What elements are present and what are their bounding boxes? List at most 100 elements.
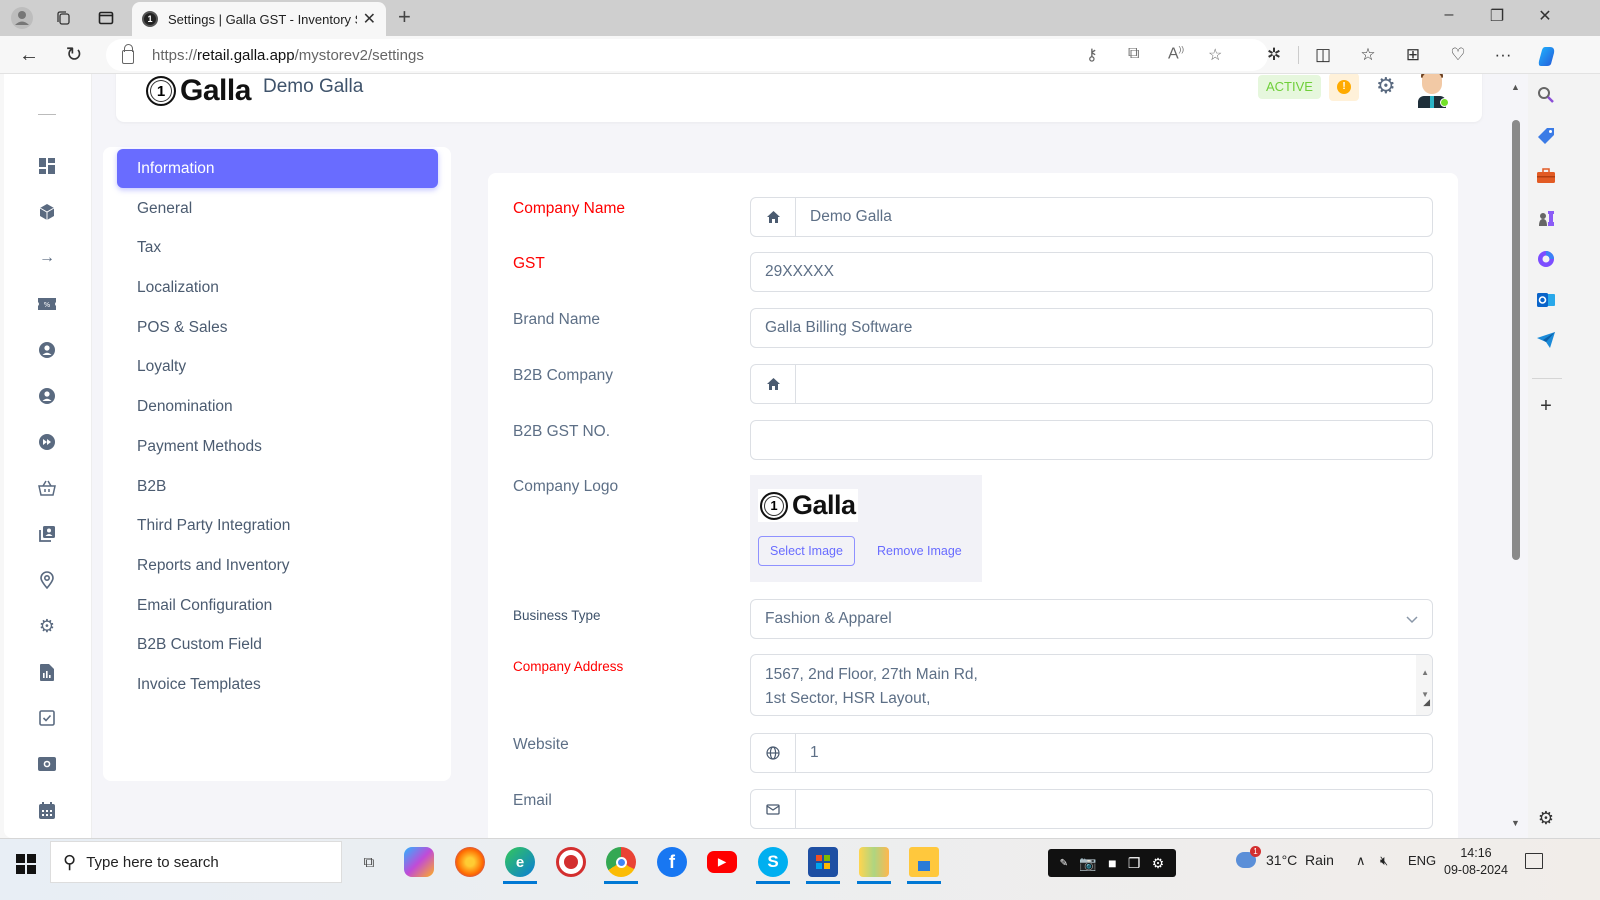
url-field[interactable]: https://retail.galla.app/mystorev2/setti… — [106, 39, 1268, 71]
user-circle-2-icon[interactable] — [36, 385, 58, 407]
chrome-icon[interactable] — [606, 847, 636, 877]
b2b-company-field[interactable] — [750, 364, 1433, 404]
settings-nav-reports-inventory[interactable]: Reports and Inventory — [117, 546, 438, 585]
user-circle-icon[interactable] — [36, 339, 58, 361]
collections-icon[interactable]: ⊞ — [1400, 45, 1426, 65]
weather-widget[interactable]: 1 31°C Rain — [1236, 846, 1334, 868]
key-icon[interactable]: ⚷ — [1086, 45, 1098, 65]
more-icon[interactable]: ··· — [1490, 45, 1516, 65]
file-explorer-icon[interactable] — [909, 847, 939, 877]
windows-start-icon[interactable] — [16, 854, 36, 874]
pen-icon[interactable]: ✎ — [1060, 858, 1068, 869]
edge-icon[interactable]: e — [505, 847, 535, 877]
close-window-button[interactable]: ✕ — [1530, 6, 1560, 26]
camera-icon[interactable]: 📷 — [1079, 855, 1096, 872]
settings-nav-invoice-templates[interactable]: Invoice Templates — [117, 665, 438, 704]
search-icon[interactable] — [1536, 86, 1556, 106]
office-icon[interactable] — [1536, 250, 1556, 270]
favorites-list-icon[interactable]: ☆ — [1355, 45, 1381, 65]
avatar[interactable] — [1414, 74, 1450, 112]
company-name-field[interactable]: Demo Galla — [750, 197, 1433, 237]
facebook-icon[interactable]: f — [657, 847, 687, 877]
copy-icon[interactable]: ❐ — [1128, 855, 1141, 872]
puzzle-icon[interactable]: ✲ — [1261, 45, 1287, 65]
youtube-icon[interactable]: ▶ — [707, 851, 737, 873]
arrow-right-icon[interactable]: → — [36, 247, 58, 269]
settings-nav-email-configuration[interactable]: Email Configuration — [117, 586, 438, 625]
tools-icon[interactable] — [1536, 168, 1556, 188]
scrollbar-thumb[interactable] — [1512, 120, 1520, 560]
settings-nav-localization[interactable]: Localization — [117, 268, 438, 307]
send-icon[interactable] — [1536, 332, 1556, 352]
box-icon[interactable] — [36, 201, 58, 223]
settings-nav-general[interactable]: General — [117, 189, 438, 228]
calendar-icon[interactable] — [36, 799, 58, 821]
fast-forward-icon[interactable] — [36, 431, 58, 453]
app-icon[interactable] — [859, 847, 889, 877]
discount-ticket-icon[interactable]: % — [36, 293, 58, 315]
scroll-up-icon[interactable]: ▲ — [1511, 82, 1520, 92]
contacts-icon[interactable] — [36, 523, 58, 545]
location-pin-icon[interactable] — [36, 569, 58, 591]
add-icon[interactable]: + — [1536, 396, 1556, 416]
system-clock[interactable]: 14:16 09-08-2024 — [1444, 845, 1508, 879]
outlook-icon[interactable] — [1536, 291, 1556, 311]
task-view-icon[interactable]: ⧉ — [354, 847, 384, 877]
copilot-app-icon[interactable] — [404, 847, 434, 877]
profile-icon[interactable] — [10, 6, 34, 30]
settings-nav-pos-sales[interactable]: POS & Sales — [117, 308, 438, 347]
store-icon[interactable] — [808, 847, 838, 877]
star-icon[interactable]: ☆ — [1208, 45, 1222, 65]
sidebar-settings-icon[interactable]: ⚙ — [1536, 808, 1556, 828]
restore-button[interactable]: ❐ — [1482, 6, 1512, 26]
copilot-icon[interactable] — [1534, 45, 1560, 72]
heart-pulse-icon[interactable]: ♡ — [1445, 45, 1471, 65]
refresh-icon[interactable]: ↻ — [61, 43, 87, 67]
checkbox-icon[interactable] — [36, 707, 58, 729]
report-file-icon[interactable] — [36, 661, 58, 683]
chevron-up-icon[interactable]: ∧ — [1356, 853, 1366, 869]
settings-nav-b2b-custom-field[interactable]: B2B Custom Field — [117, 625, 438, 664]
settings-nav-third-party-integration[interactable]: Third Party Integration — [117, 506, 438, 545]
cash-icon[interactable] — [36, 753, 58, 775]
settings-nav-tax[interactable]: Tax — [117, 228, 438, 267]
remove-image-button[interactable]: Remove Image — [877, 536, 962, 566]
close-icon[interactable]: ✕ — [363, 9, 376, 29]
settings-nav-information[interactable]: Information — [117, 149, 438, 188]
back-arrow-icon[interactable]: ← — [16, 43, 42, 67]
shopping-tag-icon[interactable] — [1536, 127, 1556, 147]
capture-settings-icon[interactable]: ⚙ — [1152, 855, 1165, 872]
games-icon[interactable] — [1536, 209, 1556, 229]
settings-nav-loyalty[interactable]: Loyalty — [117, 347, 438, 386]
settings-nav-payment-methods[interactable]: Payment Methods — [117, 427, 438, 466]
minimize-button[interactable]: – — [1434, 6, 1464, 24]
workspaces-icon[interactable] — [51, 6, 75, 30]
gst-field[interactable]: 29XXXXX — [750, 252, 1433, 292]
brand-name-field[interactable]: Galla Billing Software — [750, 308, 1433, 348]
scroll-up-icon[interactable]: ▲ — [1421, 661, 1429, 685]
taskbar-search[interactable]: ⚲ Type here to search — [50, 841, 342, 883]
scroll-down-icon[interactable]: ▼ — [1511, 818, 1520, 828]
company-address-field[interactable]: 1567, 2nd Floor, 27th Main Rd, 1st Secto… — [750, 654, 1433, 716]
gear-icon[interactable]: ⚙ — [1376, 74, 1396, 99]
plus-icon[interactable]: + — [398, 4, 411, 30]
settings-nav-denomination[interactable]: Denomination — [117, 387, 438, 426]
recorder-icon[interactable] — [556, 847, 586, 877]
skype-icon[interactable]: S — [758, 847, 788, 877]
dashboard-icon[interactable] — [36, 155, 58, 177]
firefox-icon[interactable] — [455, 847, 485, 877]
page-scrollbar[interactable]: ▲ ▼ — [1508, 80, 1524, 836]
speaker-muted-icon[interactable]: 🔇︎ — [1380, 853, 1388, 869]
alert-button[interactable]: ! — [1329, 74, 1359, 101]
read-aloud-icon[interactable]: A)) — [1168, 45, 1184, 63]
basket-icon[interactable] — [36, 477, 58, 499]
settings-icon[interactable]: ⚙ — [36, 615, 58, 637]
open-external-icon[interactable]: ⧉ — [1128, 45, 1139, 63]
business-type-select[interactable]: Fashion & Apparel — [750, 599, 1433, 639]
select-image-button[interactable]: Select Image — [758, 536, 855, 566]
b2b-gst-field[interactable] — [750, 420, 1433, 460]
email-field[interactable] — [750, 789, 1433, 829]
notification-center-icon[interactable] — [1525, 853, 1543, 869]
active-tab[interactable]: 1 Settings | Galla GST - Inventory S ✕ — [132, 2, 386, 36]
settings-nav-b2b[interactable]: B2B — [117, 467, 438, 506]
